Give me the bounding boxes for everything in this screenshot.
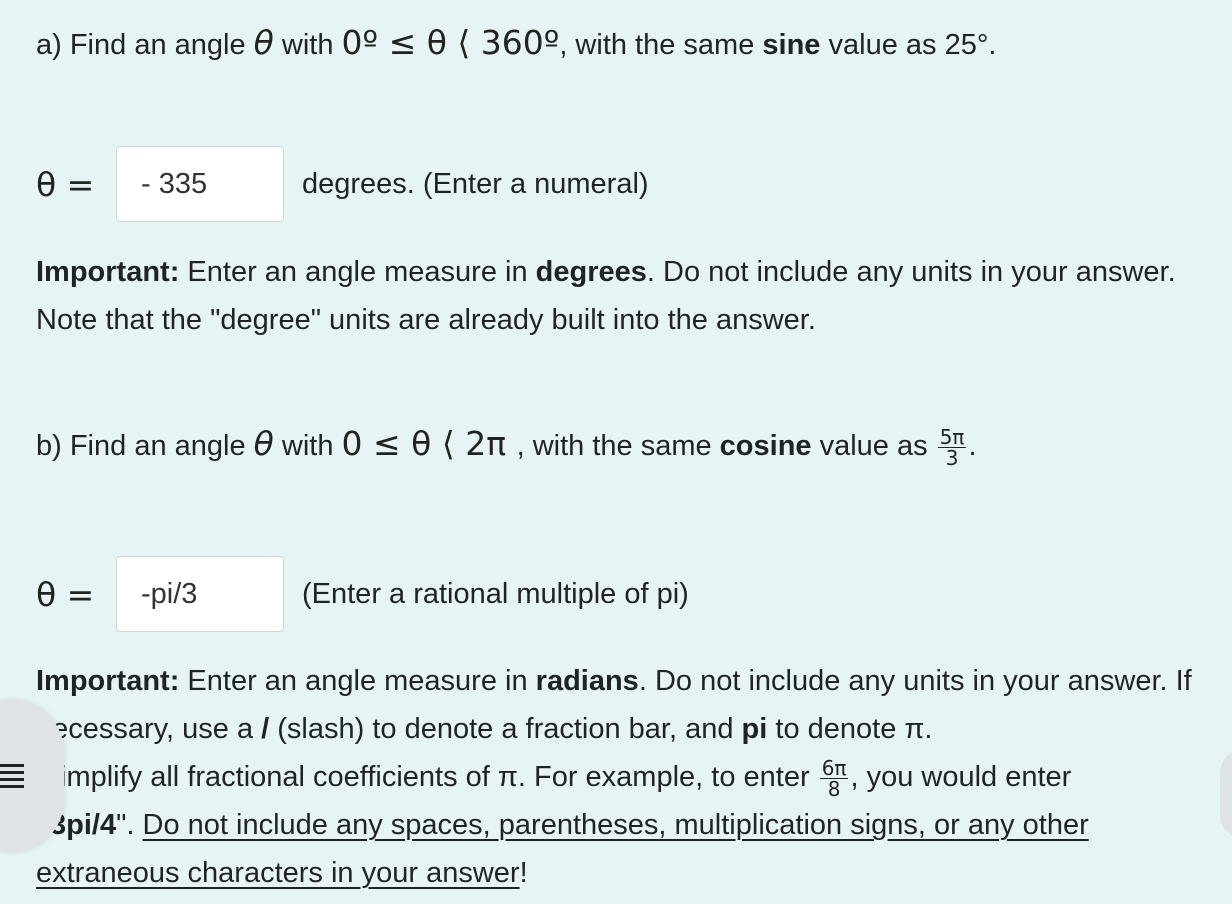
pi-emphasis: pi bbox=[741, 713, 768, 745]
function-name: sine bbox=[762, 29, 821, 61]
slash-emphasis: / bbox=[261, 713, 270, 745]
theta-equals-label: θ = bbox=[36, 164, 95, 204]
prompt-text: with bbox=[273, 430, 342, 462]
part-b-prompt: b) Find an angle θ with 0 ≤ θ ⟨ 2π , wit… bbox=[36, 426, 977, 468]
note-text: (slash) to denote a fraction bar, and bbox=[269, 713, 742, 745]
note-text: , you would enter bbox=[850, 761, 1072, 793]
six-pi-over-eight-fraction: 6π 8 bbox=[819, 755, 849, 801]
part-a-answer-hint: degrees. (Enter a numeral) bbox=[302, 167, 649, 200]
exclamation: ! bbox=[519, 857, 528, 889]
function-name: cosine bbox=[719, 430, 812, 462]
prompt-text: , with the same bbox=[559, 29, 763, 61]
list-menu-icon bbox=[0, 764, 24, 788]
theta-symbol: θ bbox=[253, 424, 274, 463]
theta-symbol: θ bbox=[253, 23, 274, 62]
part-b-answer-input[interactable] bbox=[116, 556, 284, 632]
part-a-answer-input[interactable] bbox=[116, 146, 284, 222]
theta-equals-label: θ = bbox=[36, 574, 95, 614]
part-b-answer-hint: (Enter a rational multiple of pi) bbox=[302, 577, 689, 610]
part-a-prompt: a) Find an angle θ with 0º ≤ θ ⟨ 360º, w… bbox=[36, 25, 996, 63]
fraction-numerator: 5π bbox=[937, 424, 967, 449]
period: . bbox=[968, 430, 977, 462]
side-menu-tab[interactable] bbox=[0, 700, 64, 852]
note-text: implify all fractional coefficients of π… bbox=[60, 761, 818, 793]
five-pi-over-three-fraction: 5π 3 bbox=[937, 424, 967, 470]
unit-emphasis: radians bbox=[535, 665, 639, 697]
prompt-text: , with the same bbox=[516, 430, 720, 462]
prompt-text: value as bbox=[811, 430, 936, 462]
angle-range-math: 0º ≤ θ ⟨ 360º bbox=[341, 23, 560, 62]
part-b-answer-row: θ = (Enter a rational multiple of pi) bbox=[36, 556, 689, 632]
note-text: Enter an angle measure in bbox=[179, 256, 536, 288]
prompt-text: with bbox=[273, 29, 342, 61]
prompt-text: a) Find an angle bbox=[36, 29, 254, 61]
note-text: to denote π. bbox=[767, 713, 933, 745]
prompt-text: value as 25°. bbox=[820, 29, 997, 61]
part-a-important-note: Important: Enter an angle measure in deg… bbox=[36, 248, 1206, 344]
fraction-denominator: 8 bbox=[827, 776, 841, 801]
unit-emphasis: degrees bbox=[535, 256, 647, 288]
underlined-warning: Do not include any spaces, parentheses, … bbox=[36, 809, 1089, 889]
note-text: Enter an angle measure in bbox=[179, 665, 536, 697]
right-side-tab[interactable] bbox=[1220, 748, 1232, 840]
angle-range-math: 0 ≤ θ ⟨ 2π bbox=[341, 424, 517, 463]
note-text: ". bbox=[116, 809, 143, 841]
prompt-text: b) Find an angle bbox=[36, 430, 254, 462]
important-label: Important: bbox=[36, 256, 180, 288]
important-label: Important: bbox=[36, 665, 180, 697]
fraction-denominator: 3 bbox=[945, 445, 959, 470]
part-a-answer-row: θ = degrees. (Enter a numeral) bbox=[36, 146, 649, 222]
fraction-numerator: 6π bbox=[819, 755, 849, 780]
part-b-important-note: Important: Enter an angle measure in rad… bbox=[36, 657, 1206, 897]
